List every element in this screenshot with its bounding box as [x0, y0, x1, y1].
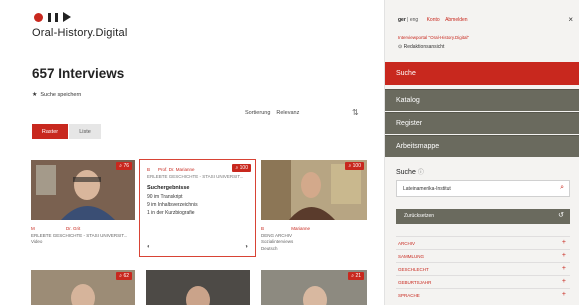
interview-card[interactable]: ⌕ 76 M Dr. Grit ERLEBTE GESCHICHTE - STA…	[31, 160, 135, 260]
reset-label: Zurücksetzen	[404, 213, 435, 219]
facet-label: GEBURTSJAHR	[398, 280, 432, 285]
save-search-button[interactable]: ★ Suche speichern	[32, 91, 82, 99]
interviewee-name[interactable]: B Prof. Dr. Marianne	[147, 167, 195, 172]
redaction-view-toggle[interactable]: ⊙ Redaktionsansicht	[398, 44, 444, 50]
sort-label: Sortierung	[245, 110, 271, 116]
results-title: 657 Interviews	[32, 66, 125, 81]
plus-icon: +	[561, 252, 566, 259]
lang-eng[interactable]: eng	[410, 17, 418, 23]
view-list-button[interactable]: Liste	[69, 124, 101, 139]
search-results-heading: Suchergebnisse	[147, 185, 190, 191]
sort-select[interactable]: Relevanz	[276, 110, 299, 116]
portrait-image	[146, 270, 250, 305]
nav-search[interactable]: Suche	[385, 62, 579, 85]
search-heading: Suche ⓘ	[396, 167, 424, 176]
interview-card-highlighted[interactable]: ⌕ 100 B Prof. Dr. Marianne ERLEBTE GESCHI…	[139, 159, 256, 257]
save-search-label: Suche speichern	[40, 91, 82, 98]
lang-ger[interactable]: ger	[398, 17, 406, 23]
interview-card[interactable]: ⌕ 100 B Marianne DENG ARCHIV Sozialinter…	[261, 160, 367, 260]
nav-catalog[interactable]: Katalog	[385, 89, 579, 111]
hit-count-badge: ⌕ 100	[345, 162, 364, 170]
interviewee-name[interactable]: B	[261, 226, 264, 231]
card-meta: M Dr. Grit ERLEBTE GESCHICHTE - STASI UN…	[31, 226, 127, 246]
interview-card[interactable]	[146, 270, 250, 305]
interview-thumbnail[interactable]	[146, 270, 250, 305]
reset-icon: ↺	[558, 212, 564, 219]
nav-workbook[interactable]: Arbeitsmappe	[385, 135, 579, 157]
plus-icon: +	[561, 239, 566, 246]
card-meta: B Marianne DENG ARCHIV Sozialinterviews …	[261, 226, 310, 252]
play-icon	[63, 12, 71, 22]
interview-card[interactable]: ⌕ 21	[261, 270, 367, 305]
facet-label: SAMMLUNG	[398, 254, 425, 259]
page: Oral-History.Digital 657 Interviews ★ Su…	[0, 0, 579, 305]
search-icon[interactable]: ⌕	[560, 184, 564, 192]
facet-birthyear[interactable]: GEBURTSJAHR +	[396, 275, 570, 288]
biography-hits[interactable]: 1 in der Kurzbiografie	[147, 210, 195, 216]
hit-count-badge: ⌕ 62	[116, 272, 132, 280]
facet-gender[interactable]: GESCHLECHT +	[396, 262, 570, 275]
hit-count-badge: ⌕ 76	[116, 162, 132, 170]
facet-label: GESCHLECHT	[398, 267, 429, 272]
pause-icon	[55, 12, 58, 22]
sidebar: ger | eng Konto Abmelden × Interviewport…	[385, 0, 579, 305]
results-panel: Oral-History.Digital 657 Interviews ★ Su…	[0, 0, 385, 305]
facet-label: ARCHIV	[398, 241, 416, 246]
collection-name: ERLEBTE GESCHICHTE - STASI UNIVERSIT...	[31, 232, 128, 238]
account-link[interactable]: Konto	[427, 17, 440, 23]
interview-thumbnail[interactable]: ⌕ 62	[31, 270, 135, 305]
search-heading-text: Suche	[396, 169, 416, 176]
search-input-value: Lateinamerika-Institut	[403, 186, 451, 192]
star-icon: ★	[32, 92, 38, 98]
interview-thumbnail[interactable]: ⌕ 76	[31, 160, 135, 220]
close-icon[interactable]: ×	[568, 15, 573, 24]
hit-count-badge: ⌕ 100	[232, 164, 251, 172]
language-switcher: ger | eng Konto Abmelden	[398, 17, 468, 23]
interviewee-name-2[interactable]: Marianne	[291, 226, 310, 231]
plus-icon: +	[561, 291, 566, 298]
sort-direction-icon[interactable]: ⇅	[352, 108, 359, 117]
hit-count-badge: ⌕ 21	[348, 272, 364, 280]
transcript-hits[interactable]: 90 im Transkript	[147, 194, 183, 200]
plus-icon: +	[561, 278, 566, 285]
nav-register[interactable]: Register	[385, 112, 579, 134]
pause-icon	[48, 12, 51, 22]
plus-icon: +	[561, 265, 566, 272]
interview-thumbnail[interactable]: ⌕ 21	[261, 270, 367, 305]
interviewee-name[interactable]: M	[31, 226, 35, 231]
search-input[interactable]: Lateinamerika-Institut ⌕	[396, 180, 570, 197]
portal-link[interactable]: Interviewportal "Oral-History.Digital"	[398, 35, 469, 40]
prev-icon[interactable]: ◐	[147, 244, 151, 250]
interviewee-name-2[interactable]: Dr. Grit	[66, 226, 80, 231]
interview-card[interactable]: ⌕ 62	[31, 270, 135, 305]
reset-button[interactable]: Zurücksetzen ↺	[396, 209, 570, 224]
media-type: Sozialinterviews	[261, 239, 294, 244]
facet-collection[interactable]: SAMMLUNG +	[396, 249, 570, 262]
record-icon	[34, 12, 43, 22]
facet-language[interactable]: SPRACHE +	[396, 288, 570, 301]
interview-thumbnail[interactable]: ⌕ 100	[261, 160, 367, 220]
interview-language: Deutsch	[261, 245, 278, 251]
view-grid-button[interactable]: Raster	[32, 124, 68, 139]
collection-name: DENG ARCHIV	[261, 232, 293, 238]
redaction-label: Redaktionsansicht	[403, 44, 445, 50]
brand-logo[interactable]	[34, 12, 71, 22]
facet-archive[interactable]: ARCHIV +	[396, 236, 570, 249]
facet-label: SPRACHE	[398, 293, 420, 298]
logout-link[interactable]: Abmelden	[445, 17, 468, 23]
toc-hits[interactable]: 9 im Inhaltsverzeichnis	[147, 202, 198, 208]
collection-name: ERLEBTE GESCHICHTE - STASI UNIVERSIT...	[147, 174, 244, 179]
help-icon[interactable]: ⓘ	[418, 170, 424, 176]
next-icon[interactable]: ◑	[244, 244, 248, 250]
sort-control[interactable]: Sortierung Relevanz	[245, 110, 299, 116]
brand-name[interactable]: Oral-History.Digital	[32, 27, 127, 39]
media-type: Video	[31, 239, 43, 244]
